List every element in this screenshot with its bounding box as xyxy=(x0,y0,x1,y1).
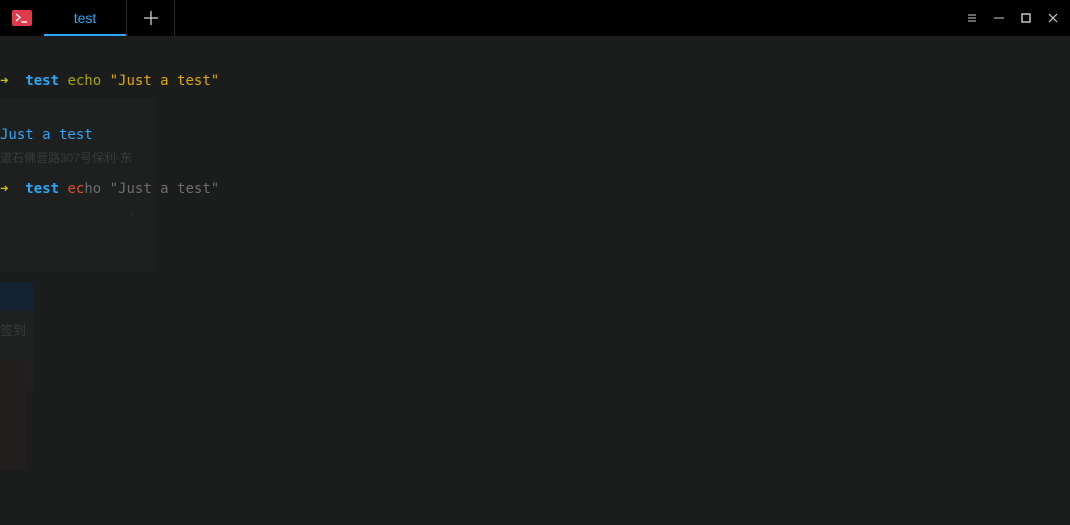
terminal-line: ➜ test echo "Just a test" xyxy=(0,72,1070,90)
prompt-directory: test xyxy=(25,181,60,197)
typed-input[interactable]: ec xyxy=(67,181,84,197)
command-output: Just a test xyxy=(0,127,93,143)
prompt-directory: test xyxy=(25,73,60,89)
new-tab-button[interactable] xyxy=(127,0,174,36)
minimize-button[interactable] xyxy=(985,0,1012,36)
tab-label: test xyxy=(73,10,97,26)
title-bar: test xyxy=(0,0,1070,36)
ghost-card xyxy=(0,311,33,391)
menu-button[interactable] xyxy=(958,0,985,36)
tab-divider xyxy=(174,0,175,36)
window-controls xyxy=(958,0,1070,36)
maximize-button[interactable] xyxy=(1012,0,1039,36)
terminal-line: ➜ test echo "Just a test" xyxy=(0,180,1070,198)
ghost-blue-block xyxy=(0,282,33,311)
plus-icon xyxy=(143,11,158,25)
terminal-output[interactable]: ➜ test echo "Just a test" Just a test ➜ … xyxy=(0,36,1070,234)
hamburger-icon xyxy=(967,14,976,22)
app-logo[interactable] xyxy=(0,0,44,36)
prompt-arrow-icon: ➜ xyxy=(0,73,9,89)
command-name: echo xyxy=(67,73,102,89)
close-icon xyxy=(1048,13,1057,23)
tab-test[interactable]: test xyxy=(44,0,126,36)
autosuggestion: ho "Just a test" xyxy=(84,181,220,197)
ghost-sign-text: 签到 xyxy=(0,323,27,338)
minimize-icon xyxy=(993,17,1004,19)
close-button[interactable] xyxy=(1039,0,1066,36)
ghost-image xyxy=(0,360,27,470)
terminal-icon xyxy=(12,10,32,26)
maximize-icon xyxy=(1020,13,1031,23)
command-argument: "Just a test" xyxy=(109,73,220,89)
terminal-window: test 道石佛营路307号保利·东 › 签到 ➜ test echo "Jus… xyxy=(0,0,1070,525)
prompt-arrow-icon: ➜ xyxy=(0,181,9,197)
terminal-line: Just a test xyxy=(0,126,1070,144)
